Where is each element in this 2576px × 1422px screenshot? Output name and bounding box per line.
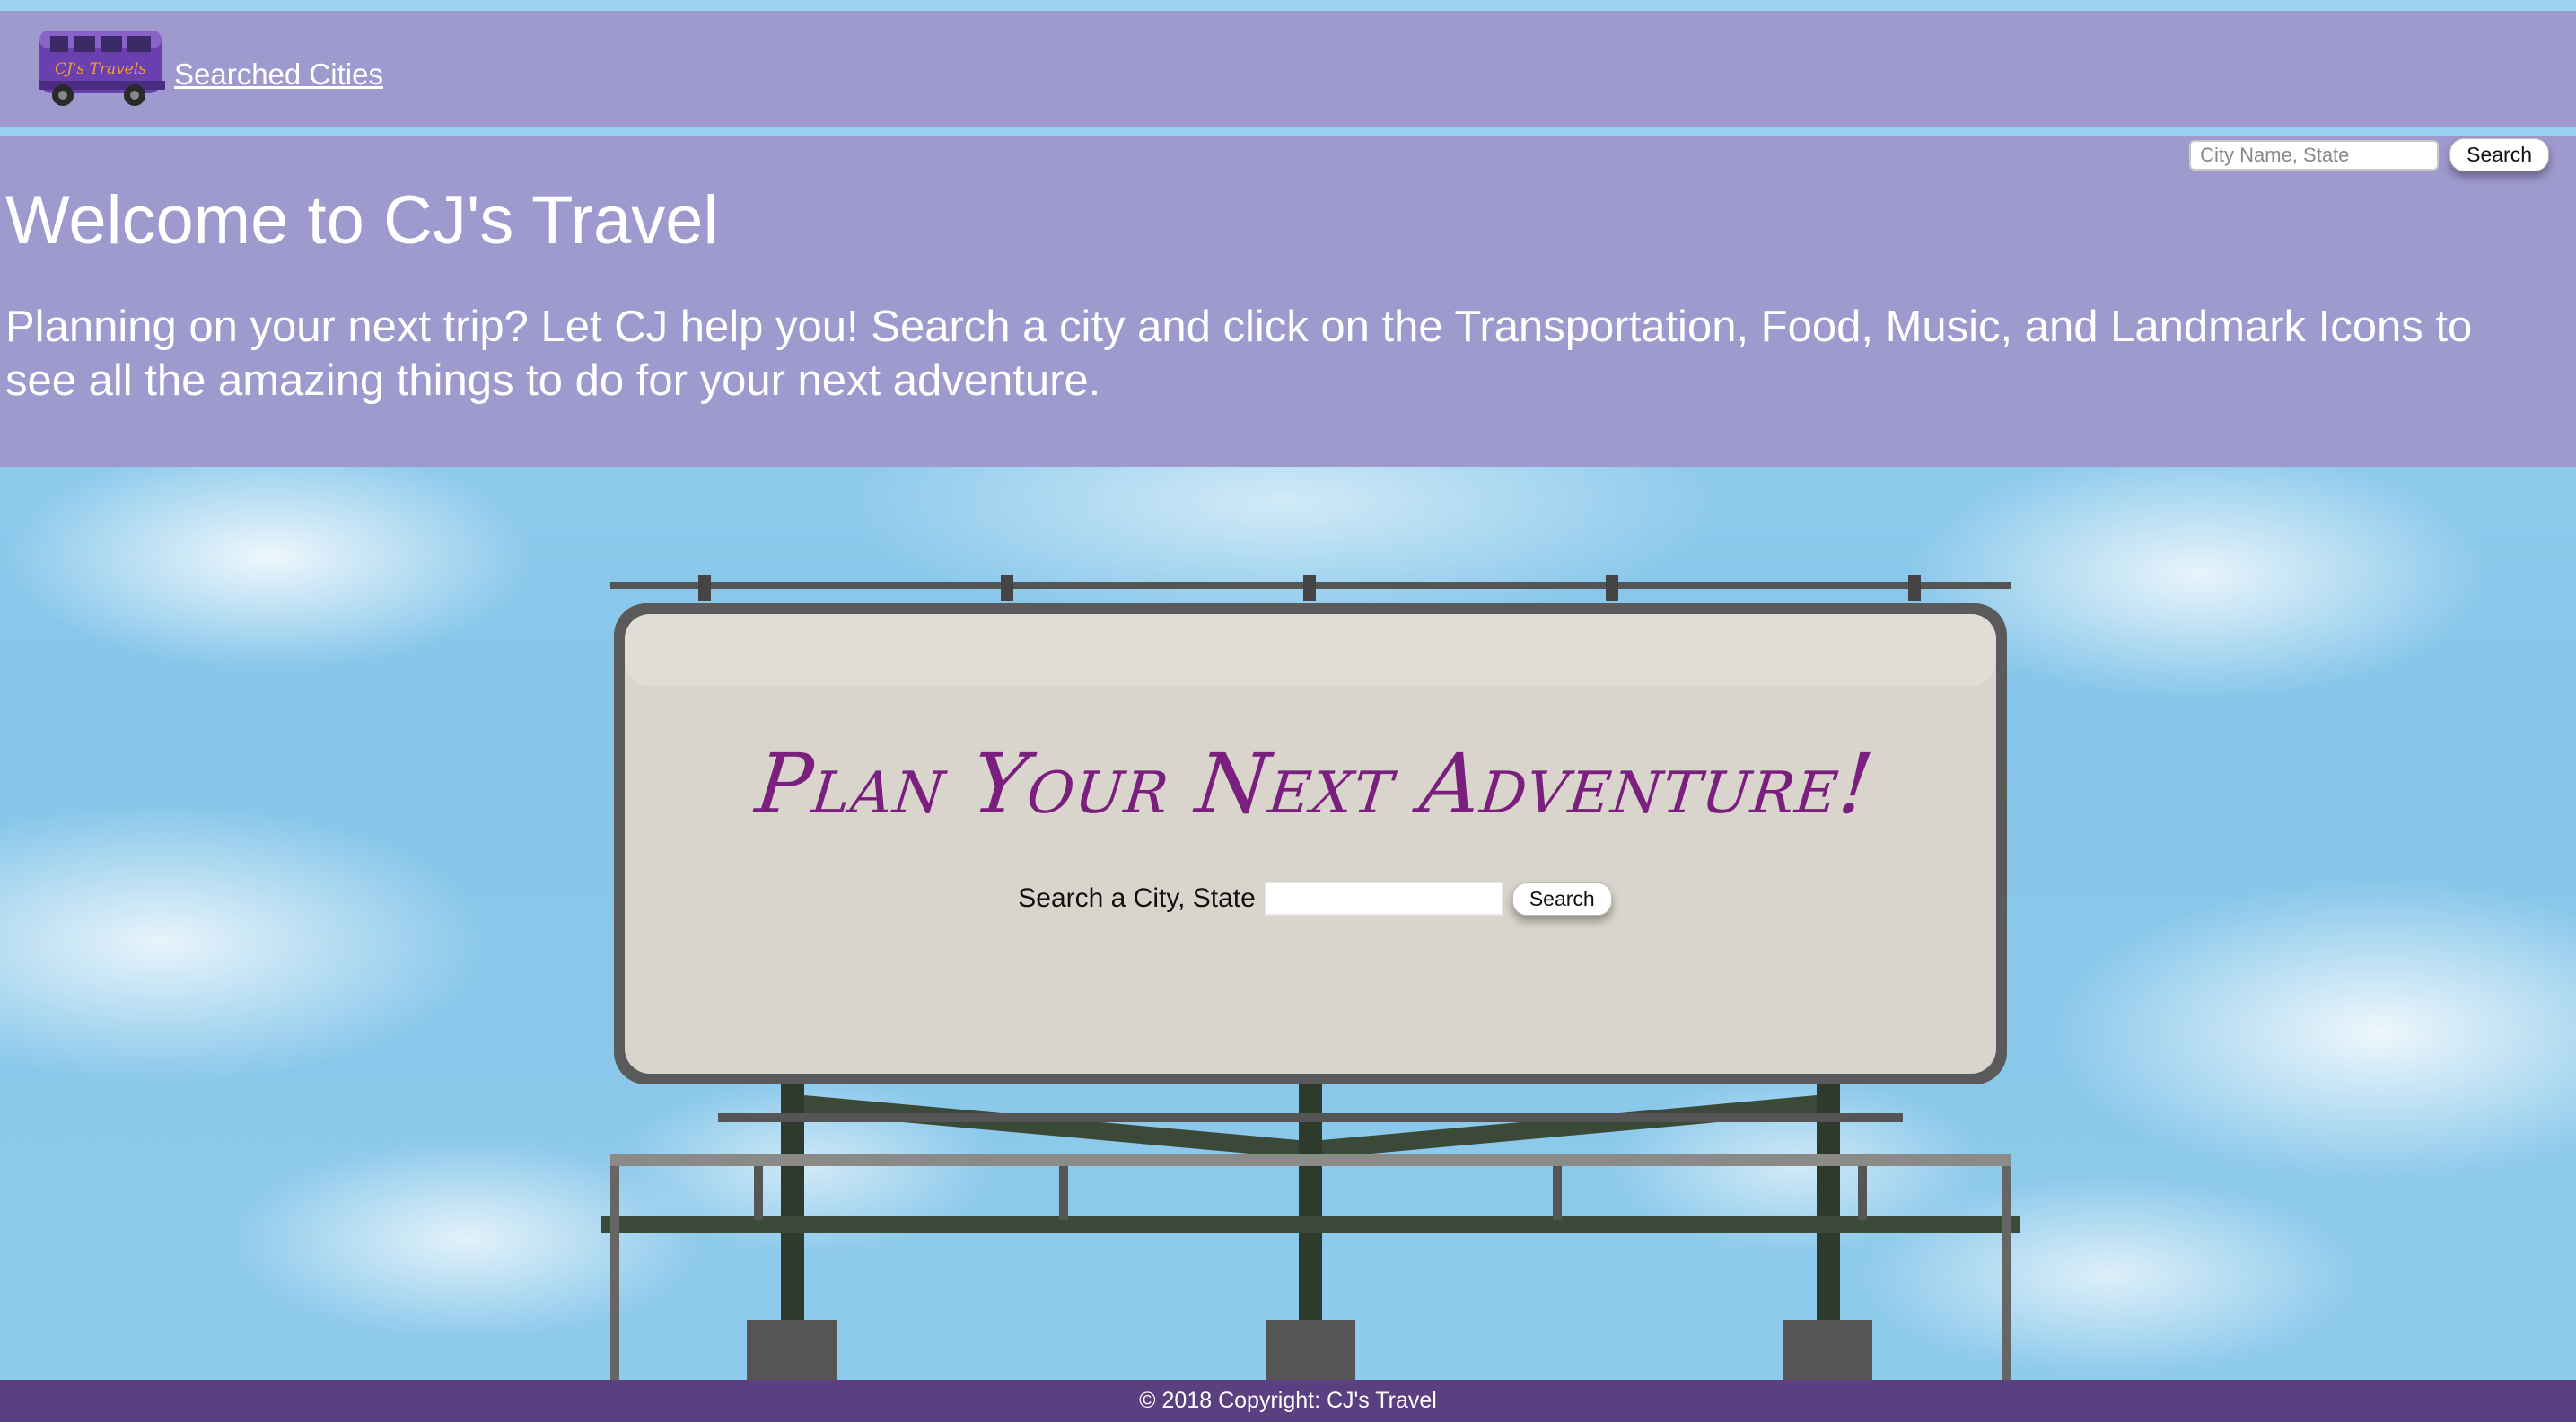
top-search-form: Search <box>2189 138 2549 171</box>
billboard-search-input[interactable] <box>1264 882 1503 916</box>
intro-text: Planning on your next trip? Let CJ help … <box>5 303 2473 405</box>
page-title: Welcome to CJ's Travel <box>5 182 719 259</box>
searched-cities-link[interactable]: Searched Cities <box>174 57 383 92</box>
navbar: CJ's Travels Searched Cities <box>0 11 2576 127</box>
top-search-button[interactable]: Search <box>2449 138 2549 171</box>
copyright-text: © 2018 Copyright: CJ's Travel <box>1139 1388 1437 1413</box>
billboard-search-form: Search a City, State Search <box>628 882 2002 916</box>
van-logo-icon[interactable]: CJ's Travels <box>36 22 169 111</box>
footer: © 2018 Copyright: CJ's Travel <box>0 1380 2576 1422</box>
top-search-input[interactable] <box>2189 139 2440 171</box>
billboard-headline: Plan Your Next Adventure! <box>751 736 1879 832</box>
billboard-content: Plan Your Next Adventure! Search a City,… <box>628 610 2002 1077</box>
billboard-search-button[interactable]: Search <box>1511 882 1612 916</box>
logo-text: CJ's Travels <box>55 60 146 78</box>
billboard-search-label: Search a City, State <box>1018 883 1256 913</box>
